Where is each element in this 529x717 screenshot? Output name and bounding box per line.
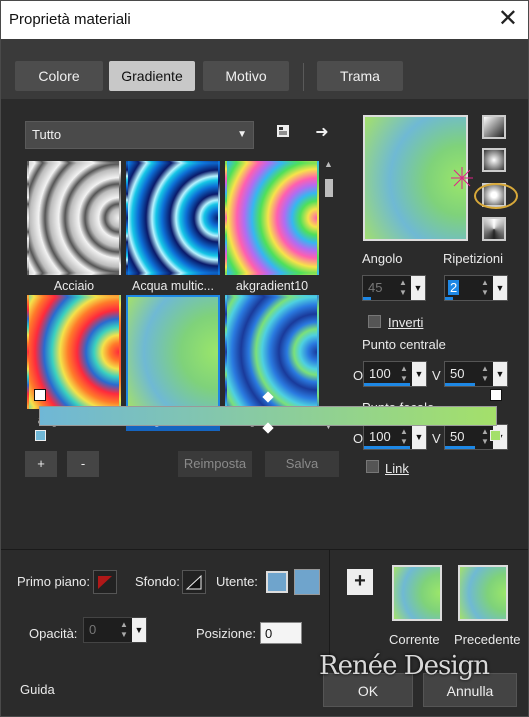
- bottom-divider: [329, 550, 330, 660]
- repeats-label: Ripetizioni: [443, 251, 503, 266]
- opacity-value: 0: [89, 622, 97, 637]
- material-properties-dialog: Proprietà materiali ✕ Colore Gradiente M…: [0, 0, 529, 717]
- user-color-swatch[interactable]: [266, 571, 288, 593]
- watermark-logo: Renée Design: [319, 651, 490, 681]
- chevron-down-icon[interactable]: ▼: [132, 618, 146, 642]
- chevron-down-icon[interactable]: ▼: [411, 276, 425, 300]
- link-label: Link: [385, 461, 409, 476]
- center-o-value: 100: [369, 366, 391, 381]
- start-stop-marker-icon[interactable]: [34, 389, 46, 401]
- opacity-input[interactable]: 0 ▲ ▼ ▼: [83, 617, 147, 643]
- chevron-down-icon: ▼: [237, 129, 247, 140]
- linear-style-icon[interactable]: [482, 115, 506, 139]
- background-label: Sfondo:: [135, 574, 180, 589]
- midpoint-diamond-icon[interactable]: [262, 391, 274, 403]
- window-title: Proprietà materiali: [9, 11, 131, 28]
- user-label: Utente:: [216, 574, 258, 589]
- current-label: Corrente: [389, 632, 440, 647]
- tab-strip: Colore Gradiente Motivo Trama: [1, 39, 528, 99]
- angle-slider[interactable]: [363, 297, 371, 300]
- save-button[interactable]: Salva: [265, 451, 339, 477]
- add-to-swatches-button[interactable]: +: [347, 569, 373, 595]
- background-swatch[interactable]: [182, 570, 206, 594]
- opacity-label: Opacità:: [29, 626, 78, 641]
- tab-divider: [303, 63, 304, 91]
- angle-input[interactable]: 45 ▲ ▼ ▼: [362, 275, 426, 301]
- invert-checkbox[interactable]: [368, 315, 381, 328]
- tab-motivo[interactable]: Motivo: [203, 61, 289, 91]
- help-link[interactable]: Guida: [20, 682, 55, 697]
- tab-trama[interactable]: Trama: [317, 61, 403, 91]
- end-color-stop[interactable]: [490, 430, 501, 441]
- gradient-editor: [1, 383, 528, 453]
- spin-arrows-icon[interactable]: ▲ ▼: [118, 620, 130, 640]
- stop-properties: Primo piano: Sfondo: Utente: Opacità: 0 …: [1, 549, 528, 660]
- close-icon[interactable]: ✕: [498, 5, 518, 33]
- position-input[interactable]: 0: [260, 622, 302, 644]
- tab-colore[interactable]: Colore: [15, 61, 103, 91]
- center-v-value: 50: [450, 366, 465, 381]
- link-checkbox[interactable]: [366, 460, 379, 473]
- foreground-label: Primo piano:: [17, 574, 90, 589]
- category-dropdown[interactable]: Tutto ▼: [25, 121, 254, 149]
- reset-button[interactable]: Reimposta: [178, 451, 252, 477]
- center-point-label: Punto centrale: [362, 337, 446, 352]
- angle-value: 45: [368, 280, 383, 295]
- start-color-stop[interactable]: [35, 430, 46, 441]
- gradient-panel: Tutto ▼ ➜ Acciaio Acqua multic... akgrad…: [1, 99, 528, 549]
- swatch-preview: [225, 161, 319, 275]
- current-swatch[interactable]: [392, 565, 442, 621]
- end-stop-marker-icon[interactable]: [490, 389, 502, 401]
- scroll-thumb[interactable]: [325, 179, 333, 197]
- foreground-swatch[interactable]: [93, 570, 117, 594]
- dialog-footer: Guida OK Annulla Renée Design: [1, 651, 528, 716]
- center-o-label: O: [353, 368, 364, 383]
- spin-arrows-icon[interactable]: ▲ ▼: [397, 278, 409, 298]
- spin-arrows-icon[interactable]: ▲ ▼: [398, 364, 410, 384]
- previous-label: Precedente: [454, 632, 521, 647]
- title-bar: Proprietà materiali ✕: [1, 1, 528, 39]
- selected-style-highlight: [474, 183, 518, 209]
- gallery-item-label: Acqua multic...: [132, 279, 214, 293]
- tab-gradiente[interactable]: Gradiente: [109, 61, 195, 91]
- spin-arrows-icon[interactable]: ▲ ▼: [479, 278, 491, 298]
- scroll-up-icon[interactable]: ▲: [324, 159, 333, 169]
- gallery-item-label: Acciaio: [53, 279, 95, 293]
- category-value: Tutto: [32, 127, 62, 142]
- spin-arrows-icon[interactable]: ▲ ▼: [479, 364, 491, 384]
- add-gradient-button[interactable]: +: [25, 451, 57, 477]
- center-point-icon[interactable]: [451, 167, 473, 189]
- remove-gradient-button[interactable]: -: [67, 451, 99, 477]
- gallery-item-acciaio[interactable]: Acciaio: [27, 161, 121, 297]
- previous-swatch[interactable]: [458, 565, 508, 621]
- swatch-preview: [27, 161, 121, 275]
- chevron-down-icon[interactable]: ▼: [493, 276, 507, 300]
- repeats-slider[interactable]: [445, 297, 453, 300]
- user-color-picker[interactable]: [294, 569, 320, 595]
- position-label: Posizione:: [196, 626, 256, 641]
- invert-label: Inverti: [388, 315, 424, 330]
- resource-manager-icon[interactable]: [273, 123, 293, 143]
- repeats-value: 2: [448, 280, 460, 295]
- center-v-label: V: [432, 368, 441, 383]
- swatch-preview: [126, 161, 220, 275]
- gallery-item-label: akgradient10: [235, 279, 309, 293]
- arrow-right-icon[interactable]: ➜: [312, 123, 332, 143]
- repeats-input[interactable]: 2 ▲ ▼ ▼: [444, 275, 508, 301]
- angle-label: Angolo: [362, 251, 403, 266]
- sunburst-style-icon[interactable]: [482, 217, 506, 241]
- gallery-item-akgradient10[interactable]: akgradient10: [225, 161, 319, 297]
- gallery-item-acqua[interactable]: Acqua multic...: [126, 161, 220, 297]
- gradient-preview[interactable]: [363, 115, 473, 241]
- rectangular-style-icon[interactable]: [482, 148, 506, 172]
